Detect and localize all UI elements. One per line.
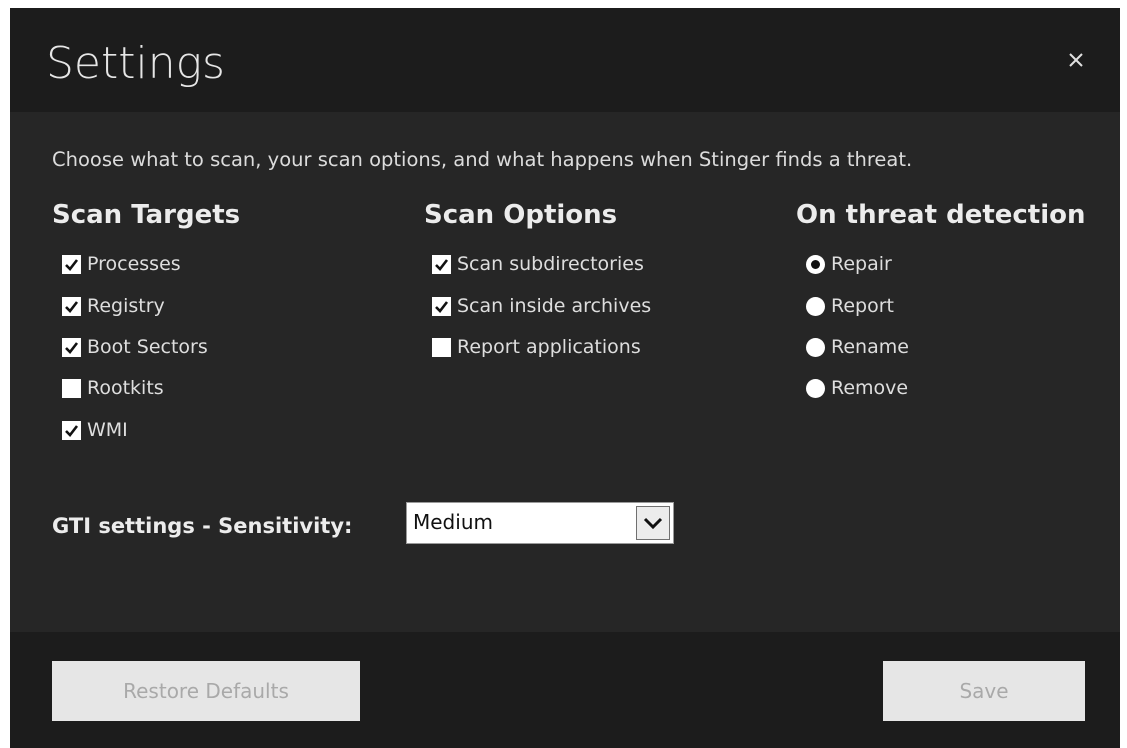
close-icon-glyph (1069, 53, 1083, 67)
scan-options-heading: Scan Options (424, 200, 618, 230)
checkbox-label: WMI (87, 419, 128, 441)
radio-label: Repair (831, 253, 892, 275)
radio-repair[interactable]: Repair (806, 251, 892, 277)
checkbox-processes-box[interactable] (62, 254, 81, 274)
checkbox-registry[interactable]: Registry (62, 293, 165, 319)
radio-repair-button[interactable] (806, 254, 825, 274)
checkbox-report-applications-box[interactable] (432, 337, 451, 357)
gti-sensitivity-select[interactable]: Medium (406, 502, 674, 544)
checkbox-registry-box[interactable] (62, 296, 81, 316)
radio-rename-button[interactable] (806, 337, 825, 357)
threat-detection-heading: On threat detection (796, 200, 1086, 230)
restore-defaults-button[interactable]: Restore Defaults (52, 661, 360, 721)
settings-dialog: Settings Choose what to scan, your scan … (10, 8, 1120, 748)
gti-sensitivity-label: GTI settings - Sensitivity: (52, 514, 353, 538)
checkbox-scan-subdirectories-box[interactable] (432, 254, 451, 274)
close-icon[interactable] (1062, 46, 1090, 74)
radio-selected-dot (811, 259, 820, 269)
checkbox-report-applications[interactable]: Report applications (432, 334, 641, 360)
checkbox-scan-subdirectories[interactable]: Scan subdirectories (432, 251, 644, 277)
checkbox-label: Report applications (457, 336, 641, 358)
checkbox-rootkits-box[interactable] (62, 378, 81, 398)
radio-report[interactable]: Report (806, 293, 894, 319)
radio-label: Rename (831, 336, 909, 358)
radio-label: Remove (831, 377, 909, 399)
dialog-footer: Restore Defaults Save (10, 632, 1120, 748)
scan-targets-heading: Scan Targets (52, 200, 241, 230)
checkbox-scan-inside-archives-box[interactable] (432, 296, 451, 316)
title-bar: Settings (10, 8, 1120, 112)
chevron-down-icon[interactable] (636, 506, 670, 540)
gti-sensitivity-value: Medium (413, 510, 493, 534)
intro-text: Choose what to scan, your scan options, … (52, 148, 913, 171)
checkbox-scan-inside-archives[interactable]: Scan inside archives (432, 293, 651, 319)
checkbox-wmi[interactable]: WMI (62, 417, 128, 443)
radio-remove[interactable]: Remove (806, 375, 908, 401)
checkbox-rootkits[interactable]: Rootkits (62, 375, 164, 401)
checkbox-label: Boot Sectors (87, 336, 208, 358)
radio-remove-button[interactable] (806, 378, 825, 398)
radio-rename[interactable]: Rename (806, 334, 909, 360)
checkbox-label: Registry (87, 295, 165, 317)
checkbox-boot-sectors[interactable]: Boot Sectors (62, 334, 208, 360)
checkbox-processes[interactable]: Processes (62, 251, 181, 277)
checkbox-boot-sectors-box[interactable] (62, 337, 81, 357)
checkbox-label: Processes (87, 253, 181, 275)
checkbox-wmi-box[interactable] (62, 420, 81, 440)
dialog-title: Settings (46, 38, 225, 89)
checkbox-label: Rootkits (87, 377, 164, 399)
checkbox-label: Scan inside archives (457, 295, 652, 317)
radio-label: Report (831, 295, 894, 317)
checkbox-label: Scan subdirectories (457, 253, 644, 275)
save-button[interactable]: Save (883, 661, 1085, 721)
radio-report-button[interactable] (806, 296, 825, 316)
